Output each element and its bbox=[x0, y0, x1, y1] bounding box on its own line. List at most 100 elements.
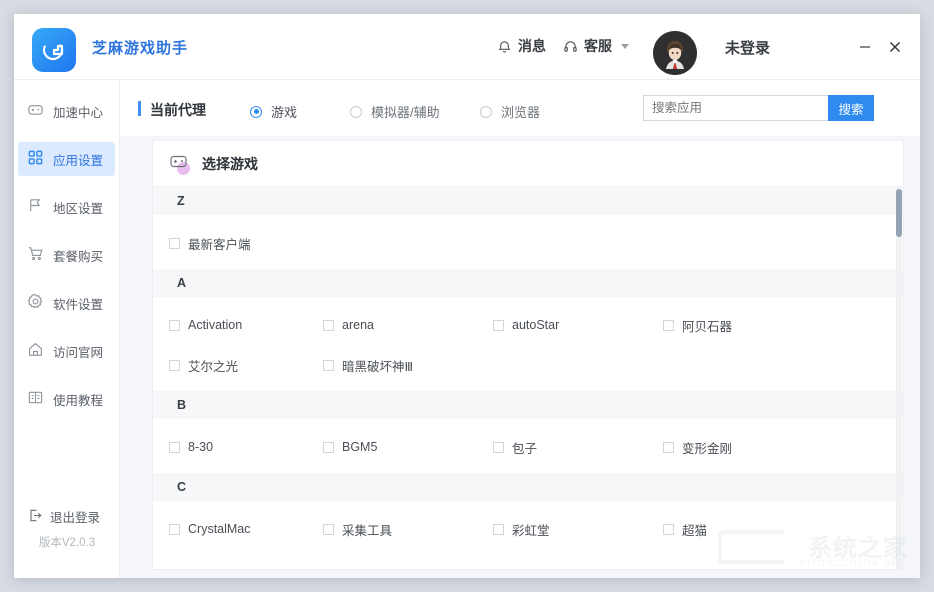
sidebar-item-app-settings[interactable]: 应用设置 bbox=[18, 142, 115, 176]
list-item-label: BGM5 bbox=[342, 440, 377, 454]
checkbox[interactable] bbox=[323, 524, 334, 535]
radio-indicator bbox=[480, 106, 492, 118]
list-item[interactable]: 暗黑破坏神Ⅲ bbox=[323, 356, 493, 375]
list-item[interactable]: 最新客户端 bbox=[153, 234, 323, 253]
radio-label: 浏览器 bbox=[501, 102, 540, 121]
title-bar: 芝麻游戏助手 消息 客服 bbox=[14, 14, 920, 80]
search-input[interactable] bbox=[643, 95, 828, 121]
list-item[interactable]: 艾尔之光 bbox=[153, 356, 323, 375]
scrollbar-thumb[interactable] bbox=[896, 189, 902, 237]
section-accent-bar bbox=[138, 101, 141, 116]
radio-option-game[interactable]: 游戏 bbox=[250, 102, 297, 121]
list-item[interactable]: BGM5 bbox=[323, 440, 493, 454]
checkbox[interactable] bbox=[493, 524, 504, 535]
sidebar-item-tutorial[interactable]: 使用教程 bbox=[18, 382, 115, 416]
minimize-button[interactable] bbox=[852, 34, 878, 60]
section-header: A bbox=[153, 269, 903, 297]
section-rows: 8-30 BGM5 包子 变形金刚 bbox=[153, 419, 903, 473]
proxy-toolbar: 当前代理 游戏 模拟器/辅助 浏览器 搜索 bbox=[120, 80, 920, 136]
section-rows: 最新客户端 bbox=[153, 215, 903, 269]
radio-option-browser[interactable]: 浏览器 bbox=[480, 102, 540, 121]
checkbox[interactable] bbox=[323, 442, 334, 453]
avatar[interactable] bbox=[653, 31, 697, 75]
checkbox[interactable] bbox=[169, 238, 180, 249]
logout-label: 退出登录 bbox=[50, 507, 100, 526]
sidebar-item-accelerate[interactable]: 加速中心 bbox=[18, 94, 115, 128]
list-row: CrystalMac 采集工具 彩虹堂 超猫 bbox=[153, 509, 903, 549]
checkbox[interactable] bbox=[169, 442, 180, 453]
home-icon bbox=[27, 341, 44, 361]
sidebar-item-region-settings[interactable]: 地区设置 bbox=[18, 190, 115, 224]
support-label: 客服 bbox=[584, 36, 612, 56]
list-row: 最新客户端 bbox=[153, 223, 903, 263]
support-button[interactable]: 客服 bbox=[563, 36, 629, 56]
sidebar-item-label: 加速中心 bbox=[53, 102, 103, 121]
bell-icon bbox=[497, 39, 512, 54]
main-content: 当前代理 游戏 模拟器/辅助 浏览器 搜索 bbox=[120, 80, 920, 578]
sidebar-item-label: 使用教程 bbox=[53, 390, 103, 409]
game-select-card: 选择游戏 Z 最新客户端 A bbox=[152, 140, 904, 570]
section-rows: Activation arena autoStar 阿贝石器 bbox=[153, 297, 903, 391]
list-item[interactable]: 阿贝石器 bbox=[663, 316, 833, 335]
list-item-label: 超猫 bbox=[682, 520, 707, 539]
checkbox[interactable] bbox=[493, 442, 504, 453]
book-icon bbox=[27, 389, 44, 409]
game-list: Z 最新客户端 A Activation bbox=[153, 187, 903, 570]
app-logo-icon bbox=[32, 28, 76, 72]
checkbox[interactable] bbox=[169, 360, 180, 371]
list-item[interactable]: Activation bbox=[153, 318, 323, 332]
list-item[interactable]: arena bbox=[323, 318, 493, 332]
checkbox[interactable] bbox=[323, 320, 334, 331]
search-button[interactable]: 搜索 bbox=[828, 95, 874, 121]
radio-label: 模拟器/辅助 bbox=[371, 102, 440, 121]
list-item-label: Activation bbox=[188, 318, 242, 332]
logout-icon bbox=[28, 508, 43, 526]
list-item[interactable]: 采集工具 bbox=[323, 520, 493, 539]
list-item-label: 采集工具 bbox=[342, 520, 392, 539]
close-button[interactable] bbox=[882, 34, 908, 60]
checkbox[interactable] bbox=[663, 442, 674, 453]
current-proxy-label: 当前代理 bbox=[150, 100, 206, 120]
checkbox[interactable] bbox=[169, 524, 180, 535]
radio-indicator bbox=[250, 106, 262, 118]
section-header: B bbox=[153, 391, 903, 419]
sidebar-item-buy-package[interactable]: 套餐购买 bbox=[18, 238, 115, 272]
list-row: Activation arena autoStar 阿贝石器 bbox=[153, 305, 903, 345]
list-item-label: 暗黑破坏神Ⅲ bbox=[342, 356, 413, 375]
checkbox[interactable] bbox=[663, 320, 674, 331]
grid-icon bbox=[27, 149, 44, 169]
list-item[interactable]: 超猫 bbox=[663, 520, 833, 539]
headset-icon bbox=[563, 39, 578, 54]
checkbox[interactable] bbox=[493, 320, 504, 331]
sidebar-item-label: 套餐购买 bbox=[53, 246, 103, 265]
list-item[interactable]: autoStar bbox=[493, 318, 663, 332]
list-item[interactable]: 变形金刚 bbox=[663, 438, 833, 457]
list-item[interactable]: CrystalMac bbox=[153, 522, 323, 536]
checkbox[interactable] bbox=[663, 524, 674, 535]
section-rows: CrystalMac 采集工具 彩虹堂 超猫 bbox=[153, 501, 903, 555]
messages-button[interactable]: 消息 bbox=[497, 36, 546, 56]
radio-indicator bbox=[350, 106, 362, 118]
login-status[interactable]: 未登录 bbox=[725, 37, 770, 58]
list-item-label: autoStar bbox=[512, 318, 559, 332]
radio-label: 游戏 bbox=[271, 102, 297, 121]
sidebar: 加速中心 应用设置 地区设置 bbox=[14, 80, 120, 578]
radio-option-emulator[interactable]: 模拟器/辅助 bbox=[350, 102, 440, 121]
checkbox[interactable] bbox=[169, 320, 180, 331]
list-item-label: arena bbox=[342, 318, 374, 332]
sidebar-item-software-settings[interactable]: 软件设置 bbox=[18, 286, 115, 320]
sidebar-item-official-site[interactable]: 访问官网 bbox=[18, 334, 115, 368]
list-item[interactable]: 8-30 bbox=[153, 440, 323, 454]
list-scrollbar[interactable] bbox=[896, 187, 902, 570]
checkbox[interactable] bbox=[323, 360, 334, 371]
app-title: 芝麻游戏助手 bbox=[92, 37, 188, 58]
list-item-label: 最新客户端 bbox=[188, 234, 251, 253]
list-item[interactable]: 彩虹堂 bbox=[493, 520, 663, 539]
list-item[interactable]: 包子 bbox=[493, 438, 663, 457]
chevron-down-icon bbox=[621, 44, 629, 49]
gear-icon bbox=[27, 293, 44, 313]
sidebar-item-label: 地区设置 bbox=[53, 198, 103, 217]
logout-button[interactable]: 退出登录 bbox=[14, 507, 120, 526]
list-item-label: 艾尔之光 bbox=[188, 356, 238, 375]
sidebar-item-label: 软件设置 bbox=[53, 294, 103, 313]
